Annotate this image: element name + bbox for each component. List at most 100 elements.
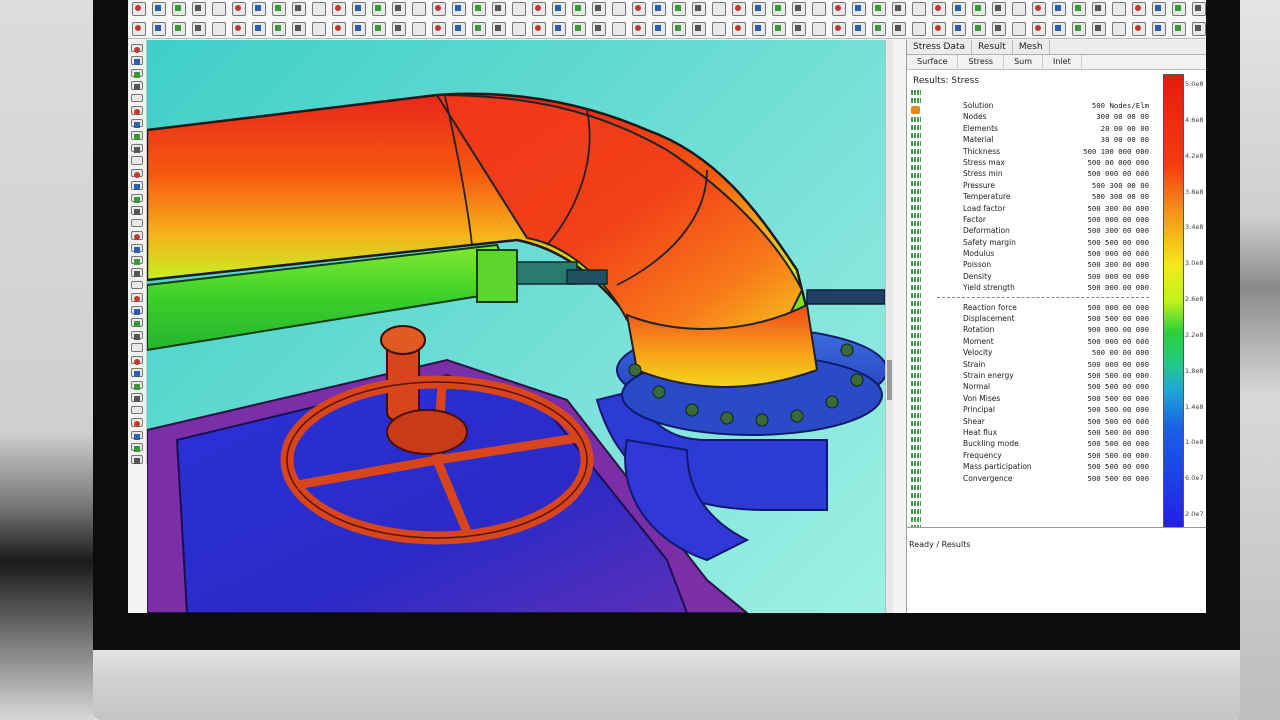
toolbar-button[interactable]: [372, 2, 386, 16]
property-row[interactable]: Velocity 500 00 00 000: [937, 347, 1149, 358]
property-row[interactable]: Temperature 500 300 00 00: [937, 191, 1149, 202]
toolbar-button[interactable]: [1032, 22, 1046, 36]
tree-node-icon[interactable]: [911, 196, 921, 202]
panel-tab[interactable]: Result: [972, 40, 1013, 54]
toolbar-button[interactable]: [1152, 2, 1166, 16]
toolbar-button[interactable]: [412, 22, 426, 36]
side-tool-button[interactable]: [131, 156, 143, 165]
toolbar-button[interactable]: [512, 22, 526, 36]
side-tool-button[interactable]: [131, 305, 143, 316]
side-tool-button[interactable]: [131, 131, 143, 141]
tree-node-icon[interactable]: [911, 453, 921, 459]
toolbar-button[interactable]: [692, 2, 706, 16]
toolbar-button[interactable]: [792, 22, 806, 36]
property-row[interactable]: Stress min 500 000 00 000: [937, 168, 1149, 179]
tree-node-icon[interactable]: [911, 324, 921, 330]
tree-node-icon[interactable]: [911, 180, 921, 186]
toolbar-button[interactable]: [752, 2, 766, 16]
toolbar-button[interactable]: [232, 2, 246, 16]
toolbar-button[interactable]: [632, 22, 646, 36]
tree-node-icon[interactable]: [911, 413, 921, 419]
panel-subtab[interactable]: Inlet: [1043, 55, 1082, 69]
tree-node-icon[interactable]: [911, 220, 921, 226]
tree-node-icon[interactable]: [911, 421, 921, 427]
toolbar-button[interactable]: [732, 2, 746, 16]
toolbar-button[interactable]: [152, 2, 166, 16]
scrollbar-thumb[interactable]: [887, 360, 892, 400]
toolbar-button[interactable]: [1092, 22, 1106, 36]
tree-node-icon[interactable]: [911, 357, 921, 363]
property-row[interactable]: Load factor 500 300 00 000: [937, 203, 1149, 214]
toolbar-button[interactable]: [832, 2, 846, 16]
side-tool-button[interactable]: [131, 81, 143, 91]
toolbar-button[interactable]: [252, 2, 266, 16]
tree-node-icon[interactable]: [911, 477, 921, 483]
tree-node-icon[interactable]: [911, 252, 921, 258]
toolbar-button[interactable]: [332, 22, 346, 36]
tree-node-icon[interactable]: [911, 124, 921, 130]
property-row[interactable]: Pressure 500 300 00 00: [937, 180, 1149, 191]
property-row[interactable]: Normal 500 500 00 000: [937, 381, 1149, 392]
toolbar-button[interactable]: [892, 22, 906, 36]
toolbar-button[interactable]: [932, 22, 946, 36]
panel-subtab[interactable]: Surface: [907, 55, 959, 69]
toolbar-button[interactable]: [912, 22, 926, 36]
side-tool-button[interactable]: [131, 418, 143, 428]
side-tool-button[interactable]: [131, 143, 143, 154]
tree-node-icon[interactable]: [911, 204, 921, 210]
toolbar-button[interactable]: [852, 2, 866, 16]
tree-node-icon[interactable]: [911, 236, 921, 242]
toolbar-button[interactable]: [892, 2, 906, 16]
toolbar-button[interactable]: [1032, 2, 1046, 16]
toolbar-button[interactable]: [712, 2, 726, 16]
tree-node-icon[interactable]: [911, 437, 921, 443]
toolbar-button[interactable]: [1152, 22, 1166, 36]
toolbar-button[interactable]: [292, 22, 306, 36]
tree-node-icon[interactable]: [911, 397, 921, 403]
toolbar-button[interactable]: [572, 22, 586, 36]
property-row[interactable]: Modulus 500 000 00 000: [937, 248, 1149, 259]
tree-node-icon[interactable]: [911, 116, 921, 122]
viewport-scrollbar[interactable]: [885, 40, 893, 613]
toolbar-button[interactable]: [312, 2, 326, 16]
side-tool-button[interactable]: [131, 255, 143, 266]
side-tool-button[interactable]: [131, 218, 143, 228]
tree-node-icon[interactable]: [911, 98, 921, 104]
tree-node-icon[interactable]: [911, 228, 921, 234]
side-tool-button[interactable]: [131, 368, 143, 378]
toolbar-button[interactable]: [472, 22, 486, 36]
pipe-model[interactable]: [147, 40, 885, 613]
toolbar-button[interactable]: [452, 22, 466, 36]
panel-tab[interactable]: Stress Data: [907, 40, 973, 54]
toolbar-button[interactable]: [152, 22, 166, 36]
toolbar-button[interactable]: [1112, 22, 1126, 36]
toolbar-button[interactable]: [532, 2, 546, 16]
side-tool-button[interactable]: [131, 106, 143, 116]
side-tool-button[interactable]: [131, 56, 143, 66]
toolbar-button[interactable]: [1192, 22, 1206, 36]
toolbar-button[interactable]: [652, 22, 666, 36]
property-row[interactable]: Rotation 900 000 00 000: [937, 324, 1149, 335]
panel-subtab[interactable]: Stress: [958, 55, 1005, 69]
toolbar-button[interactable]: [232, 22, 246, 36]
tree-node-icon[interactable]: [911, 445, 921, 451]
toolbar-button[interactable]: [492, 2, 506, 16]
toolbar-button[interactable]: [672, 2, 686, 16]
3d-viewport[interactable]: [147, 40, 885, 613]
panel-tab[interactable]: Mesh: [1013, 40, 1050, 54]
toolbar-button[interactable]: [852, 22, 866, 36]
property-row[interactable]: Safety margin 500 500 00 000: [937, 237, 1149, 248]
toolbar-button[interactable]: [412, 2, 426, 16]
toolbar-button[interactable]: [612, 2, 626, 16]
toolbar-button[interactable]: [812, 2, 826, 16]
toolbar-button[interactable]: [172, 22, 186, 36]
toolbar-button[interactable]: [952, 2, 966, 16]
property-row[interactable]: Von Mises 500 500 00 000: [937, 393, 1149, 404]
toolbar-button[interactable]: [512, 2, 526, 16]
tree-node-icon[interactable]: [911, 381, 921, 387]
side-tool-button[interactable]: [131, 231, 143, 241]
toolbar-button[interactable]: [972, 2, 986, 16]
tree-node-icon[interactable]: [911, 469, 921, 475]
toolbar-button[interactable]: [632, 2, 646, 16]
toolbar-button[interactable]: [432, 2, 446, 16]
